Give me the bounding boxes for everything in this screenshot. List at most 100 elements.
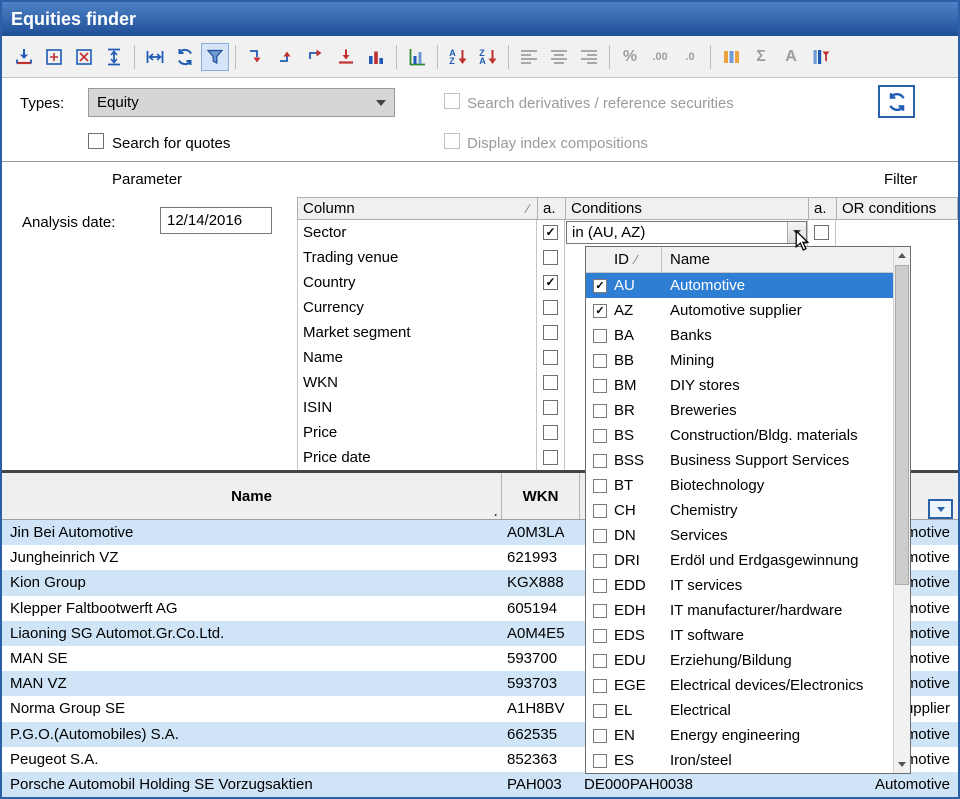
sector-option-checkbox[interactable] [593, 454, 607, 468]
decimal-add-icon[interactable]: .00 [646, 43, 674, 71]
result-row[interactable]: Porsche Automobil Holding SE Vorzugsakti… [2, 772, 958, 797]
condition-active-checkbox[interactable] [543, 450, 558, 465]
condition-active-checkbox[interactable]: ✓ [543, 225, 558, 240]
sector-option-checkbox[interactable] [593, 529, 607, 543]
align-center-icon[interactable] [545, 43, 573, 71]
sector-option[interactable]: ✓AZAutomotive supplier [586, 298, 893, 323]
search-derivatives-checkbox[interactable] [444, 93, 460, 109]
sector-option-checkbox[interactable]: ✓ [593, 304, 607, 318]
sector-option-checkbox[interactable] [593, 329, 607, 343]
or-conditions-header[interactable]: OR conditions [837, 198, 957, 219]
results-filter-button[interactable] [928, 499, 953, 519]
sector-id-header[interactable]: ID∕ [614, 247, 662, 272]
sector-option-checkbox[interactable] [593, 354, 607, 368]
condition-active-checkbox[interactable] [543, 425, 558, 440]
condition-active-checkbox[interactable] [543, 375, 558, 390]
sector-option[interactable]: ✓AUAutomotive [586, 273, 893, 298]
sector-option-checkbox[interactable] [593, 504, 607, 518]
sector-condition-combo[interactable]: in (AU, AZ) [566, 221, 807, 244]
sector-option-checkbox[interactable] [593, 579, 607, 593]
sector-option-checkbox[interactable] [593, 729, 607, 743]
sector-option[interactable]: DNServices [586, 523, 893, 548]
refresh-button[interactable] [878, 85, 915, 118]
sector-option[interactable]: EDSIT software [586, 623, 893, 648]
sector-option-checkbox[interactable] [593, 604, 607, 618]
nav-down-icon[interactable] [242, 43, 270, 71]
condition-active-checkbox[interactable] [543, 350, 558, 365]
refresh-icon[interactable] [171, 43, 199, 71]
search-quotes-checkbox[interactable] [88, 133, 104, 149]
filter-icon[interactable] [201, 43, 229, 71]
restore-icon[interactable] [70, 43, 98, 71]
export-icon[interactable] [10, 43, 38, 71]
nav-up-icon[interactable] [302, 43, 330, 71]
nav-return-icon[interactable] [272, 43, 300, 71]
sector-option-checkbox[interactable] [593, 404, 607, 418]
or-condition-checkbox[interactable] [814, 225, 829, 240]
condition-row-sector[interactable]: Sector ✓ in (AU, AZ) [297, 220, 958, 245]
sector-name-header[interactable]: Name [662, 247, 893, 272]
or-active-header[interactable]: a. [809, 198, 837, 219]
sector-option[interactable]: BBMining [586, 348, 893, 373]
percent-icon[interactable]: % [616, 43, 644, 71]
column-header[interactable]: Column∕ [298, 198, 538, 219]
condition-active-checkbox[interactable] [543, 400, 558, 415]
sector-option-checkbox[interactable] [593, 679, 607, 693]
sector-option-checkbox[interactable]: ✓ [593, 279, 607, 293]
sort-descending-icon[interactable]: ZA [474, 43, 502, 71]
fit-height-icon[interactable] [100, 43, 128, 71]
sector-option-checkbox[interactable] [593, 704, 607, 718]
maximize-icon[interactable] [40, 43, 68, 71]
decimal-remove-icon[interactable]: .0 [676, 43, 704, 71]
column-filter-icon[interactable] [807, 43, 835, 71]
sector-option-checkbox[interactable] [593, 554, 607, 568]
condition-active-checkbox[interactable] [543, 325, 558, 340]
results-wkn-header[interactable]: WKN [502, 473, 580, 519]
sector-option[interactable]: EDHIT manufacturer/hardware [586, 598, 893, 623]
sector-option[interactable]: BMDIY stores [586, 373, 893, 398]
sector-option[interactable]: CHChemistry [586, 498, 893, 523]
condition-active-checkbox[interactable] [543, 300, 558, 315]
insert-line-icon[interactable] [332, 43, 360, 71]
analysis-date-input[interactable]: 12/14/2016 [160, 207, 272, 234]
sector-option-checkbox[interactable] [593, 479, 607, 493]
condition-active-checkbox[interactable]: ✓ [543, 275, 558, 290]
scroll-down-icon[interactable] [894, 756, 910, 773]
column-highlight-icon[interactable] [717, 43, 745, 71]
sector-option[interactable]: EGEElectrical devices/Electronics [586, 673, 893, 698]
sector-option[interactable]: BTBiotechnology [586, 473, 893, 498]
results-name-header[interactable]: Name [2, 473, 502, 519]
sector-option[interactable]: ESIron/steel [586, 748, 893, 773]
sector-option[interactable]: BRBreweries [586, 398, 893, 423]
align-left-icon[interactable] [515, 43, 543, 71]
align-right-icon[interactable] [575, 43, 603, 71]
sector-option[interactable]: EDDIT services [586, 573, 893, 598]
sector-option[interactable]: BSSBusiness Support Services [586, 448, 893, 473]
sector-option-checkbox[interactable] [593, 754, 607, 768]
dropdown-scrollbar[interactable] [893, 247, 910, 773]
sector-option[interactable]: BSConstruction/Bldg. materials [586, 423, 893, 448]
active-header[interactable]: a. [538, 198, 566, 219]
conditions-col-header[interactable]: Conditions [566, 198, 809, 219]
chart-axis-icon[interactable] [403, 43, 431, 71]
font-style-icon[interactable]: A [777, 43, 805, 71]
column-fit-icon[interactable] [141, 43, 169, 71]
display-index-checkbox[interactable] [444, 133, 460, 149]
sector-option[interactable]: ELElectrical [586, 698, 893, 723]
sector-option-checkbox[interactable] [593, 429, 607, 443]
sector-option-checkbox[interactable] [593, 629, 607, 643]
sum-icon[interactable]: Σ [747, 43, 775, 71]
sector-option[interactable]: EDUErziehung/Bildung [586, 648, 893, 673]
sector-option[interactable]: ENEnergy engineering [586, 723, 893, 748]
sector-option[interactable]: DRIErdöl und Erdgasgewinnung [586, 548, 893, 573]
scroll-up-icon[interactable] [894, 247, 910, 264]
sector-option-checkbox[interactable] [593, 654, 607, 668]
window-titlebar[interactable]: Equities finder [2, 2, 958, 36]
sector-option-checkbox[interactable] [593, 379, 607, 393]
chart-icon[interactable] [362, 43, 390, 71]
scrollbar-thumb[interactable] [895, 265, 909, 585]
types-dropdown[interactable]: Equity [88, 88, 395, 117]
sort-ascending-icon[interactable]: AZ [444, 43, 472, 71]
sector-option[interactable]: BABanks [586, 323, 893, 348]
condition-active-checkbox[interactable] [543, 250, 558, 265]
